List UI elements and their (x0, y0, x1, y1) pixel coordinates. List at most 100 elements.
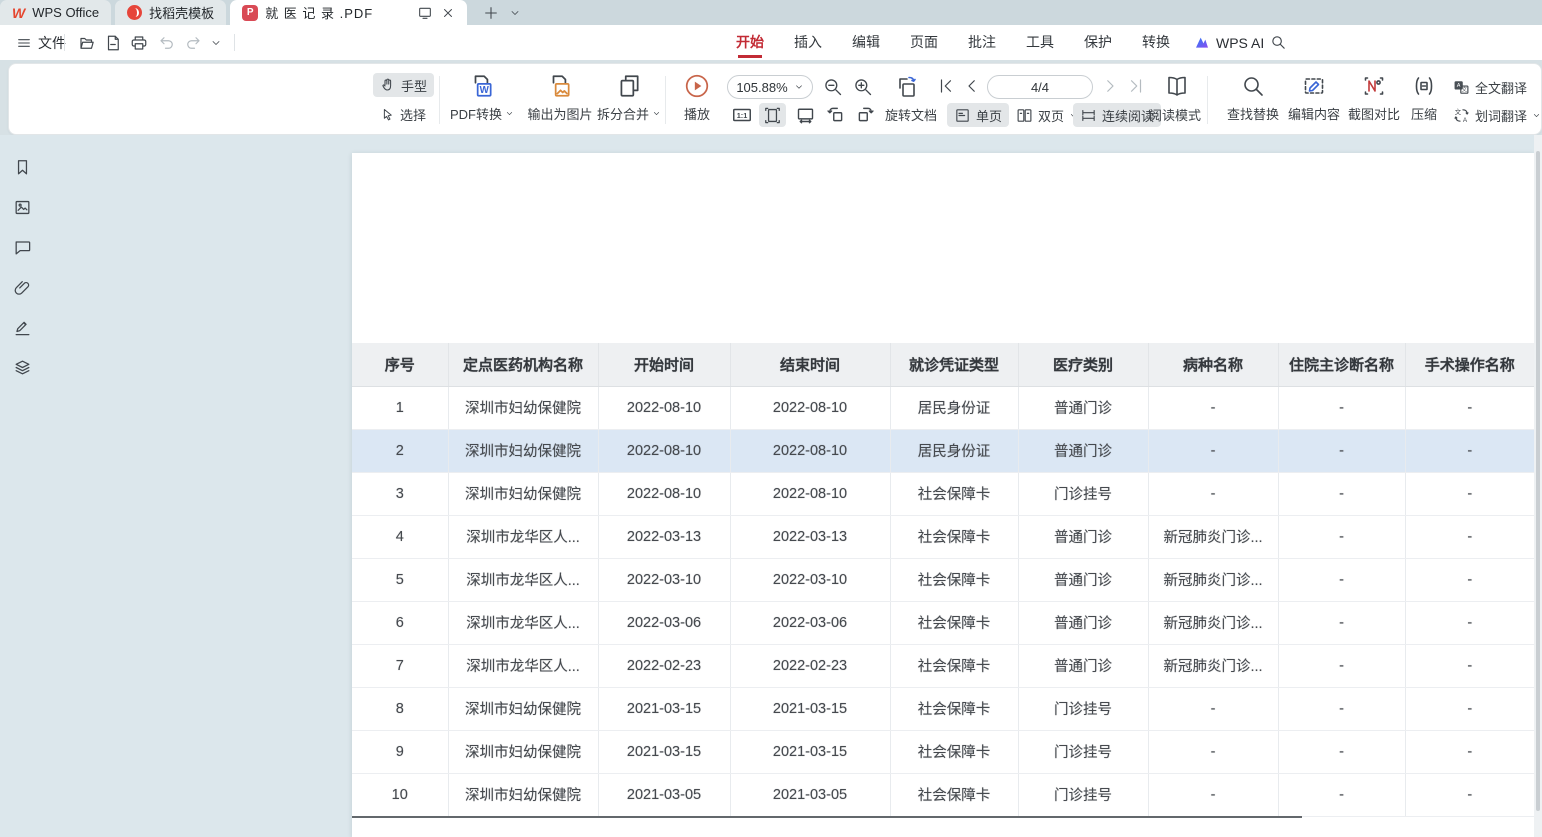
close-tab-icon[interactable] (441, 6, 455, 20)
fit-width-button[interactable] (795, 104, 816, 130)
menu-tab-5[interactable]: 工具 (1026, 25, 1054, 60)
print-button[interactable] (130, 25, 148, 60)
table-cell: 6 (352, 601, 448, 644)
layers-icon (13, 358, 32, 377)
menu-tab-4[interactable]: 批注 (968, 25, 996, 60)
table-cell: - (1278, 730, 1405, 773)
menu-tab-1[interactable]: 插入 (794, 25, 822, 60)
docer-logo-icon (127, 5, 142, 20)
table-cell: 1 (352, 386, 448, 429)
table-cell: 2022-03-13 (598, 515, 730, 558)
menu-search-button[interactable] (1270, 25, 1287, 60)
undo-icon (158, 34, 176, 52)
save-button[interactable] (104, 25, 122, 60)
word-translate-icon: 文A (1453, 107, 1470, 124)
zoom-level-combobox[interactable]: 105.88% (727, 75, 813, 99)
signature-pen-icon (13, 318, 32, 337)
menu-tab-6[interactable]: 保护 (1084, 25, 1112, 60)
table-cell: 深圳市妇幼保健院 (448, 730, 598, 773)
table-cell: - (1405, 730, 1534, 773)
select-tool-button[interactable]: 选择 (373, 102, 433, 126)
scrollbar-thumb[interactable] (1536, 151, 1540, 811)
continuous-read-button[interactable]: 连续阅读 (1073, 103, 1161, 127)
table-cell: 门诊挂号 (1018, 687, 1148, 730)
zoom-in-button[interactable] (853, 77, 873, 102)
svg-text:A: A (1463, 116, 1468, 123)
tab-document[interactable]: P 就 医 记 录 .PDF (230, 0, 467, 25)
pdf-page[interactable]: 序号定点医药机构名称开始时间结束时间就诊凭证类型医疗类别病种名称住院主诊断名称手… (352, 153, 1534, 837)
tab-bar: W WPS Office 找稻壳模板 P 就 医 记 录 .PDF (0, 0, 1542, 25)
table-cell: 新冠肺炎门诊... (1148, 558, 1278, 601)
last-page-icon (1127, 77, 1145, 95)
previous-page-button[interactable] (963, 77, 981, 100)
file-menu-label: 文件 (38, 33, 66, 53)
tab-docer-templates[interactable]: 找稻壳模板 (115, 0, 226, 25)
table-cell: 8 (352, 687, 448, 730)
play-button[interactable]: 播放 (673, 73, 721, 123)
actual-size-button[interactable]: 1:1 (731, 104, 753, 131)
paperclip-icon (13, 278, 32, 297)
table-cell: - (1278, 601, 1405, 644)
table-cell: 社会保障卡 (890, 601, 1018, 644)
redo-button[interactable] (184, 25, 202, 60)
menu-bar: 文件 开始插入编辑页面批注工具保护转换 WPS AI (0, 25, 1542, 60)
hand-tool-button[interactable]: 手型 (373, 73, 434, 97)
rotate-doc-label[interactable]: 旋转文档 (885, 103, 937, 129)
first-page-button[interactable] (937, 77, 955, 100)
pdf-convert-button[interactable]: W PDF转换 (441, 73, 523, 123)
layers-panel-button[interactable] (11, 357, 33, 378)
menu-tab-3[interactable]: 页面 (910, 25, 938, 60)
bookmarks-panel-button[interactable] (11, 157, 33, 178)
table-cell: 2 (352, 429, 448, 472)
rotate-right-button[interactable] (855, 104, 876, 130)
read-mode-label[interactable]: 阅读模式 (1149, 103, 1201, 129)
quickbar-more-button[interactable] (210, 25, 222, 60)
table-bottom-border (352, 816, 1302, 818)
menu-tab-0[interactable]: 开始 (736, 25, 764, 60)
tab-wps-office[interactable]: W WPS Office (0, 0, 111, 25)
next-page-button[interactable] (1101, 77, 1119, 100)
monitor-icon[interactable] (417, 5, 433, 21)
table-row: 3深圳市妇幼保健院2022-08-102022-08-10社会保障卡门诊挂号--… (352, 472, 1534, 515)
single-page-button[interactable]: 单页 (947, 103, 1009, 127)
word-translate-button[interactable]: 文A 划词翻译 (1453, 103, 1541, 129)
table-cell: 社会保障卡 (890, 472, 1018, 515)
table-row: 6深圳市龙华区人...2022-03-062022-03-06社会保障卡普通门诊… (352, 601, 1534, 644)
tab-list-chevron-icon[interactable] (509, 7, 521, 19)
edit-content-button[interactable]: 编辑内容 (1281, 73, 1347, 123)
menu-tab-7[interactable]: 转换 (1142, 25, 1170, 60)
menu-tab-2[interactable]: 编辑 (852, 25, 880, 60)
page-indicator-box[interactable]: 4/4 (987, 75, 1093, 99)
new-tab-icon[interactable] (483, 5, 499, 21)
last-page-button[interactable] (1127, 77, 1145, 100)
rotate-pages-button[interactable] (895, 75, 919, 104)
find-replace-button[interactable]: 查找替换 (1217, 73, 1289, 123)
table-cell: 社会保障卡 (890, 773, 1018, 816)
table-row: 8深圳市妇幼保健院2021-03-152021-03-15社会保障卡门诊挂号--… (352, 687, 1534, 730)
previous-page-icon (963, 77, 981, 95)
open-file-button[interactable] (78, 25, 96, 60)
save-icon (104, 34, 122, 52)
zoom-out-button[interactable] (823, 77, 843, 102)
thumbnails-panel-button[interactable] (11, 197, 33, 218)
file-menu-button[interactable]: 文件 (12, 25, 70, 60)
vertical-scrollbar[interactable] (1534, 135, 1542, 837)
rotate-left-button[interactable] (825, 104, 846, 130)
read-mode-button[interactable] (1165, 74, 1189, 103)
compress-button[interactable]: 压缩 (1401, 73, 1447, 123)
screenshot-compare-button[interactable]: 截图对比 (1341, 73, 1407, 123)
table-cell: 新冠肺炎门诊... (1148, 601, 1278, 644)
svg-text:A: A (1457, 83, 1461, 89)
signature-panel-button[interactable] (11, 317, 33, 338)
split-merge-button[interactable]: 拆分合并 (589, 73, 669, 123)
table-header-cell: 序号 (352, 343, 448, 386)
full-translate-button[interactable]: A文 全文翻译 (1453, 75, 1527, 101)
wps-ai-button[interactable]: WPS AI (1194, 25, 1264, 60)
table-cell: 居民身份证 (890, 429, 1018, 472)
comments-panel-button[interactable] (11, 237, 33, 258)
table-cell: 门诊挂号 (1018, 472, 1148, 515)
undo-button[interactable] (158, 25, 176, 60)
table-cell: - (1278, 687, 1405, 730)
attachments-panel-button[interactable] (11, 277, 33, 298)
fit-page-button[interactable] (759, 103, 786, 127)
